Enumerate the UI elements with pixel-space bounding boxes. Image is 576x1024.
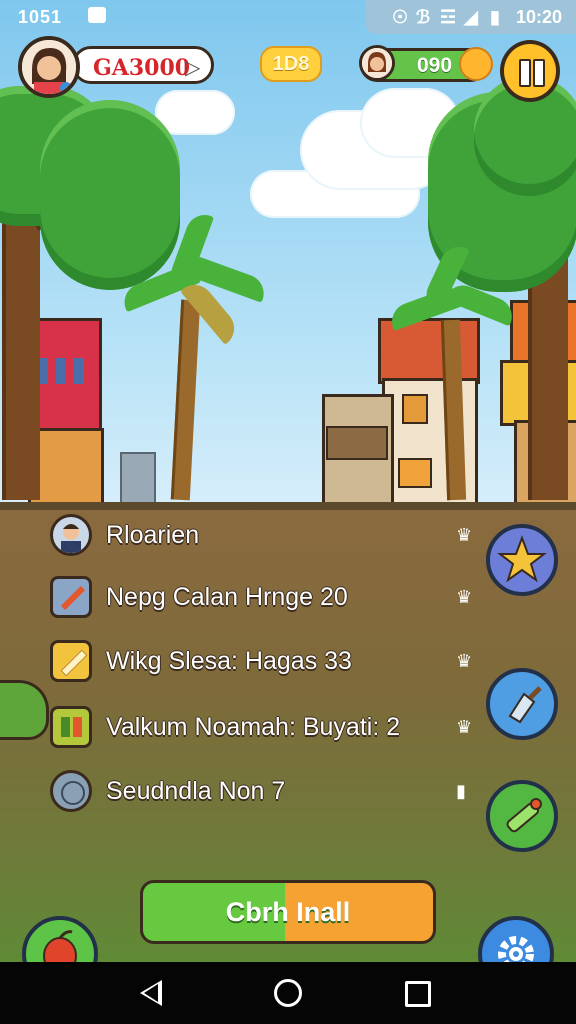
play-arrow-icon[interactable]: ▷: [185, 55, 203, 79]
game-scene: 1051 ☉ ℬ ☲ ◢ ▮ 10:20 GA3000 ▷ 1D8 090 Rl…: [0, 0, 576, 1024]
pause-button[interactable]: [500, 40, 560, 102]
tree-canopy-left: [40, 100, 180, 290]
sword-icon: [50, 576, 92, 618]
coin-value: GA3000: [93, 55, 191, 81]
bluetooth-icon: ℬ: [416, 7, 431, 27]
status-bar: 1051 ☉ ℬ ☲ ◢ ▮ 10:20: [0, 0, 576, 34]
menu-item-label: Valkum Noamah: Buyati: 2: [106, 713, 401, 741]
menu-item-3[interactable]: Valkum Noamah: Buyati: 2 ♛: [50, 704, 472, 752]
player-portrait-icon: [50, 514, 92, 556]
plant-tool-button[interactable]: [486, 780, 558, 852]
friend-avatar-icon: [359, 45, 395, 81]
wifi-icon: ☲: [440, 7, 457, 27]
menu-item-label: Seudndla Non 7: [106, 777, 286, 805]
tree-trunk-left: [2, 180, 40, 500]
gem-icon: [459, 47, 493, 81]
sim-card-icon: [88, 7, 106, 23]
menu-item-label: Wikg Slesa: Hagas 33: [106, 647, 352, 675]
status-time-right: 10:20: [516, 7, 563, 27]
coin-icon: [50, 770, 92, 812]
menu-item-label: Nepg Calan Hrnge 20: [106, 583, 348, 611]
menu-item-2[interactable]: Wikg Slesa: Hagas 33 ♛: [50, 638, 472, 686]
battery-icon: ▮: [490, 7, 500, 27]
info-icon[interactable]: ♛: [456, 717, 474, 739]
pencil-icon: [50, 640, 92, 682]
status-time-left: 1051: [18, 7, 63, 27]
menu-item-1[interactable]: Nepg Calan Hrnge 20 ♛: [50, 574, 472, 622]
info-icon[interactable]: ♛: [456, 587, 474, 609]
cloud: [155, 90, 235, 135]
star-map-button[interactable]: [486, 524, 558, 596]
back-icon[interactable]: [140, 980, 162, 1006]
dig-tool-button[interactable]: [486, 668, 558, 740]
energy-value: 090: [417, 54, 453, 77]
map-icon: [50, 706, 92, 748]
status-icons: ☉ ℬ ☲ ◢ ▮ 10:20: [366, 0, 576, 34]
location-icon: ☉: [392, 7, 409, 27]
main-action-label: Cbrh Inall: [225, 897, 351, 927]
menu-item-profile[interactable]: Rloarien ♛: [50, 512, 472, 560]
small-building: [120, 452, 156, 508]
player-avatar-icon: [22, 40, 76, 94]
seed-tool-icon: [506, 798, 542, 833]
navigation-bar: [0, 962, 576, 1024]
info-icon[interactable]: ♛: [456, 651, 474, 673]
lock-icon[interactable]: ▮: [456, 781, 474, 803]
energy-counter[interactable]: 090: [359, 45, 493, 82]
info-icon[interactable]: ♛: [456, 525, 474, 547]
signal-icon: ◢: [464, 7, 478, 27]
star-icon: [497, 535, 547, 583]
menu-item-4[interactable]: Seudndla Non 7 ▮: [50, 768, 470, 816]
recent-apps-icon[interactable]: [405, 981, 431, 1007]
player-avatar[interactable]: [18, 36, 80, 98]
main-action-button[interactable]: Cbrh Inall: [140, 880, 436, 944]
gold-counter[interactable]: 1D8: [260, 46, 322, 82]
shovel-icon: [508, 686, 542, 724]
coin-counter[interactable]: GA3000 ▷: [72, 46, 214, 84]
menu-item-label: Rloarien: [106, 521, 200, 549]
home-icon[interactable]: [274, 979, 302, 1007]
